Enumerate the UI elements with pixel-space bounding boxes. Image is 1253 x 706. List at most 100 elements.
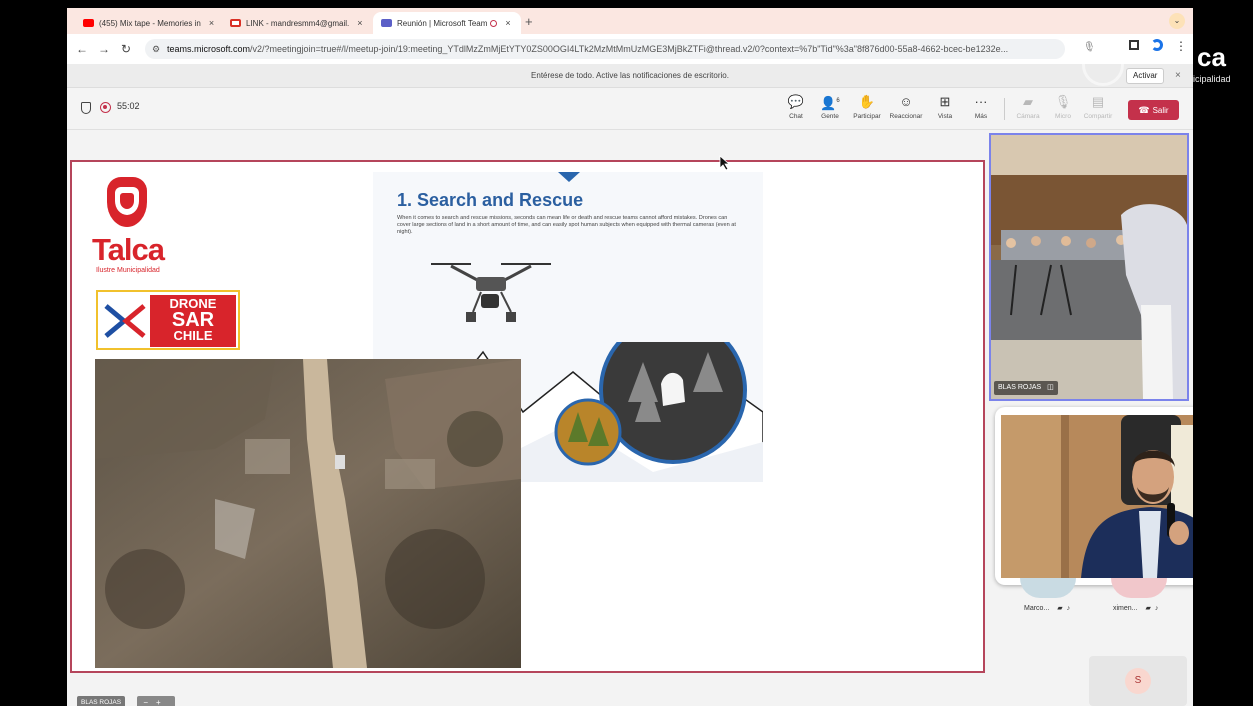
self-avatar: S [1125,668,1151,694]
participant-name: ximen... ▰ ♪ [1113,604,1193,612]
share-button[interactable]: ▤ Compartir [1078,93,1118,120]
teams-icon [381,19,392,27]
raise-hand-button[interactable]: ✋ Participar [847,93,887,120]
people-button[interactable]: 👤6 Gente [810,93,850,120]
smiley-icon: ☺ [899,94,913,109]
share-label: Compartir [1083,113,1113,120]
camera-off-icon: ▰ [1057,605,1063,612]
profile-icon[interactable] [1151,39,1163,51]
tab-youtube[interactable]: (455) Mix tape - Memories in × [75,12,220,34]
shared-screen: Talca Ilustre Municipalidad DRONE SAR CH… [70,160,985,673]
react-button[interactable]: ☺ Reaccionar [886,93,926,120]
new-tab-button[interactable]: + [525,14,533,29]
tab-teams[interactable]: Reunión | Microsoft Team × [373,12,521,34]
meeting-timer: 55:02 [117,101,140,111]
camera-label: Cámara [1016,113,1040,120]
people-icon: 👤6 [820,95,840,111]
slide-title: 1. Search and Rescue [397,190,584,210]
speaker-video-frame [1001,415,1193,578]
tab-menu-icon[interactable]: ⌄ [1169,13,1185,29]
talca-crest-logo [107,177,147,227]
grid-icon: ⊞ [939,94,951,109]
more-icon: ··· [974,94,988,109]
url-field[interactable]: ⚙ teams.microsoft.com/v2/?meetingjoin=tr… [145,39,1065,59]
leave-button[interactable]: ☎ Salir [1128,100,1179,120]
panel-pointer [558,172,580,182]
aerial-burned-terrain-image [95,359,521,668]
room-video-feed [991,135,1187,399]
gmail-icon [230,19,241,27]
drone-illustration [431,263,551,322]
more-label: Más [974,113,988,120]
speaker-video-tile[interactable] [995,407,1193,585]
tab-title: Reunión | Microsoft Team [397,18,488,28]
screen: (455) Mix tape - Memories in × LINK - ma… [0,0,1253,706]
watermark-logo [1082,44,1124,86]
people-label: Gente [821,113,839,120]
shield-icon [81,102,91,114]
mic-button[interactable]: 🎙 Micro [1043,93,1083,120]
camera-button[interactable]: ▰ Cámara [1008,93,1048,120]
url-domain: teams.microsoft.com [167,44,251,54]
kebab-menu-icon[interactable]: ⋮ [1175,39,1187,53]
participant-name: Marco... ▰ ♪ [1024,604,1104,612]
sar-word: SAR [171,309,215,331]
mic-off-icon: ♪ [1154,605,1159,612]
participant-name-text: ximen... [1113,605,1138,612]
drone-sar-chile-text: DRONE SAR CHILE [150,295,236,347]
chile-word: CHILE [173,328,213,343]
recording-icon [100,102,111,113]
participant-name-label: BLAS ROJAS ◫ [994,381,1058,395]
notification-bar: Entérese de todo. Active las notificacio… [67,64,1193,88]
overlay-brand-subtext: icipalidad [1193,74,1231,84]
room-video-tile[interactable]: BLAS ROJAS ◫ [989,133,1189,401]
tab-title: LINK - mandresmm4@gmail. [246,18,350,28]
meeting-stage: Talca Ilustre Municipalidad DRONE SAR CH… [67,130,1193,706]
drone-sar-chile-logo: DRONE SAR CHILE [96,290,240,350]
mic-off-icon: ♪ [1066,605,1071,612]
overlay-brand-text: ca [1197,42,1226,72]
view-button[interactable]: ⊞ Vista [925,93,965,120]
phone-hangup-icon: ☎ [1138,105,1150,115]
url-path: /v2/?meetingjoin=true#/l/meetup-join/19:… [250,44,1009,54]
toolbar-divider [1004,98,1005,120]
camera-off-icon: ▰ [1023,94,1033,109]
react-label: Reaccionar [889,113,923,120]
self-video-tile[interactable]: S [1089,656,1187,706]
close-tab-icon[interactable]: × [209,18,214,28]
participant-name-text: Marco... [1024,605,1050,612]
tab-title: (455) Mix tape - Memories in [99,18,201,28]
presenter-label: BLAS ROJAS [77,696,126,706]
avatar [1020,578,1076,598]
people-count: 6 [836,98,840,104]
notification-text: Entérese de todo. Active las notificacio… [531,71,729,80]
more-button[interactable]: ··· Más [961,93,1001,120]
browser-window: (455) Mix tape - Memories in × LINK - ma… [67,8,1193,706]
hand-icon: ✋ [858,94,876,109]
mic-off-icon: 🎙 [1054,94,1072,109]
talca-logo-subtitle: Ilustre Municipalidad [96,267,160,274]
recording-icon [490,19,498,27]
site-settings-icon[interactable]: ⚙ [152,39,160,59]
participant-name: BLAS ROJAS [998,384,1042,391]
reload-button[interactable]: ↻ [115,42,137,56]
tab-strip: (455) Mix tape - Memories in × LINK - ma… [67,8,1193,34]
zoom-controls[interactable]: −+ [137,696,175,706]
activate-button[interactable]: Activar [1126,68,1165,84]
camera-off-icon: ▰ [1145,605,1151,612]
slide-body-text: When it comes to search and rescue missi… [397,215,736,235]
youtube-icon [83,19,94,27]
mouse-cursor-icon [719,155,731,171]
close-tab-icon[interactable]: × [505,18,510,28]
share-icon: ▤ [1091,94,1105,109]
close-icon[interactable]: × [1175,64,1181,88]
sidepanel-icon[interactable] [1129,40,1139,50]
view-label: Vista [937,113,953,120]
pin-icon: ◫ [1047,384,1054,391]
speaker-video-feed [1001,415,1193,578]
tab-gmail[interactable]: LINK - mandresmm4@gmail. × [222,12,370,34]
forward-button[interactable]: → [93,42,115,56]
avatar [1111,578,1167,598]
close-tab-icon[interactable]: × [357,18,362,28]
back-button[interactable]: ← [71,42,93,56]
